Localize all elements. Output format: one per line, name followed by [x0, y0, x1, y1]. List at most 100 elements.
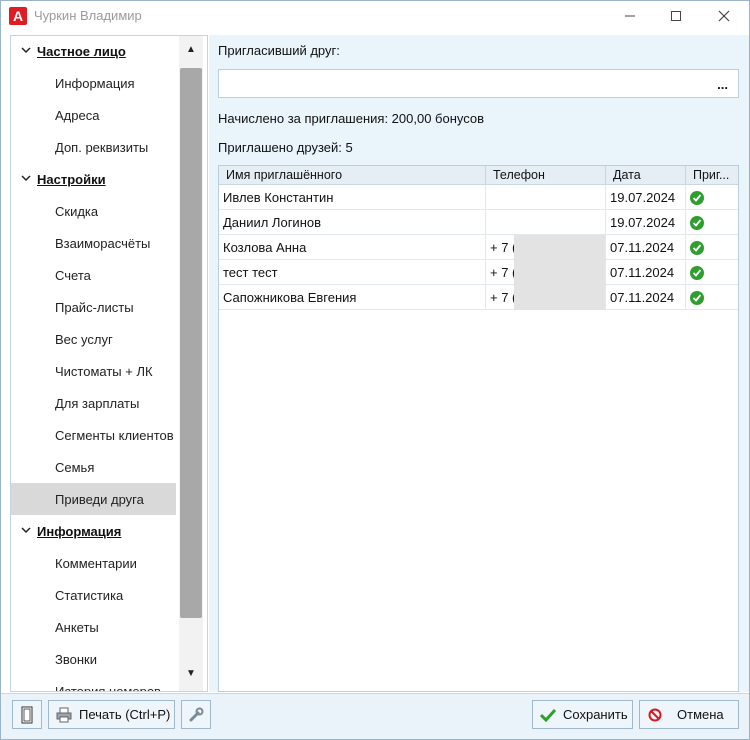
sidebar-item-16[interactable]: Комментарии: [11, 547, 176, 579]
sidebar-nav: Частное лицо Информация Адреса Доп. реквизи…: [10, 35, 208, 692]
phone-redaction: [514, 285, 605, 310]
minimize-icon: [625, 15, 635, 17]
cell-phone-text: + 7 (: [490, 290, 517, 305]
sidebar-item-12[interactable]: Сегменты клиентов: [11, 419, 176, 451]
scroll-up-arrow-icon[interactable]: ▲: [184, 44, 198, 56]
sidebar-item-19[interactable]: Звонки: [11, 643, 176, 675]
sidebar-item-6[interactable]: Взаиморасчёты: [11, 227, 176, 259]
sidebar-item-13[interactable]: Семья: [11, 451, 176, 483]
sidebar-item-14[interactable]: Приведи друга: [11, 483, 176, 515]
cell-phone: + 7 (: [486, 235, 606, 260]
cell-date: 07.11.2024: [606, 235, 686, 260]
green-check-icon: [690, 191, 704, 205]
cell-phone: [486, 210, 606, 235]
sidebar-item-18[interactable]: Анкеты: [11, 611, 176, 643]
table-row[interactable]: Ивлев Константин 19.07.2024: [219, 185, 738, 210]
document-button[interactable]: [12, 700, 42, 729]
sidebar-item-10[interactable]: Чистоматы + ЛК: [11, 355, 176, 387]
sidebar-item-9[interactable]: Вес услуг: [11, 323, 176, 355]
sidebar-item-1[interactable]: Информация: [11, 67, 176, 99]
sidebar-item-label: Вес услуг: [55, 331, 113, 347]
chevron-down-icon[interactable]: [20, 44, 32, 56]
sidebar-item-label: Настройки: [37, 171, 106, 187]
cell-name: Даниил Логинов: [219, 210, 486, 235]
table-row[interactable]: Сапожникова Евгения + 7 (07.11.2024: [219, 285, 738, 310]
cell-invited: [686, 210, 738, 235]
sidebar-section-0[interactable]: Частное лицо: [11, 36, 176, 67]
title-bar: A Чуркин Владимир: [1, 1, 749, 31]
save-button[interactable]: Сохранить: [532, 700, 633, 729]
sidebar-item-label: Анкеты: [55, 619, 99, 635]
maximize-button[interactable]: [651, 1, 701, 31]
invited-friends-table: Имя приглашённого Телефон Дата Приг... И…: [218, 165, 739, 692]
cell-invited: [686, 185, 738, 210]
cell-date: 19.07.2024: [606, 210, 686, 235]
table-row[interactable]: Козлова Анна + 7 ( 07.11.2024: [219, 235, 738, 260]
cell-invited: [686, 235, 738, 260]
referral-panel: Пригласивший друг: ... Начислено за приг…: [209, 35, 749, 692]
column-header-date[interactable]: Дата: [606, 166, 686, 185]
friends-count-text: Приглашено друзей: 5: [218, 140, 353, 155]
cancel-button[interactable]: Отмена: [639, 700, 739, 729]
column-header-phone[interactable]: Телефон: [486, 166, 606, 185]
sidebar-item-17[interactable]: Статистика: [11, 579, 176, 611]
sidebar-item-20[interactable]: История номеров: [11, 675, 176, 692]
phone-redaction: [514, 235, 605, 260]
sidebar-item-8[interactable]: Прайс-листы: [11, 291, 176, 323]
cell-name: Козлова Анна: [219, 235, 486, 260]
sidebar-item-label: Информация: [37, 523, 122, 539]
cell-phone: [486, 185, 606, 210]
table-header: Имя приглашённого Телефон Дата Приг...: [219, 166, 738, 185]
printer-icon: [56, 707, 72, 723]
browse-inviter-button[interactable]: ...: [717, 77, 728, 92]
document-icon: [21, 706, 33, 723]
sidebar-item-label: Прайс-листы: [55, 299, 134, 315]
cell-phone-text: + 7 (: [490, 240, 517, 255]
sidebar-item-label: Скидка: [55, 203, 99, 219]
maximize-icon: [671, 11, 681, 21]
sidebar-item-label: Информация: [55, 75, 135, 91]
column-header-name[interactable]: Имя приглашённого: [219, 166, 486, 185]
app-logo-icon: A: [9, 7, 27, 25]
client-card-window: A Чуркин Владимир Частное лицо Информация…: [0, 0, 750, 740]
sidebar-section-15[interactable]: Информация: [11, 515, 176, 547]
sidebar-item-3[interactable]: Доп. реквизиты: [11, 131, 176, 163]
sidebar-section-4[interactable]: Настройки: [11, 163, 176, 195]
sidebar-item-7[interactable]: Счета: [11, 259, 176, 291]
bonus-accrued-text: Начислено за приглашения: 200,00 бонусов: [218, 111, 485, 126]
cell-name: Сапожникова Евгения: [219, 285, 486, 310]
cell-name: тест тест: [219, 260, 486, 285]
window-title: Чуркин Владимир: [34, 8, 142, 23]
sidebar-item-label: Семья: [55, 459, 95, 475]
column-header-invited[interactable]: Приг...: [686, 166, 738, 185]
sidebar-item-2[interactable]: Адреса: [11, 99, 176, 131]
close-button[interactable]: [699, 1, 749, 31]
print-button-label: Печать (Ctrl+P): [79, 707, 171, 722]
cell-phone-text: + 7 (: [490, 265, 517, 280]
chevron-down-icon[interactable]: [20, 524, 32, 536]
inviter-field[interactable]: ...: [218, 69, 739, 98]
sidebar-item-11[interactable]: Для зарплаты: [11, 387, 176, 419]
sidebar-item-5[interactable]: Скидка: [11, 195, 176, 227]
inviter-label: Пригласивший друг:: [218, 43, 340, 58]
cell-invited: [686, 285, 738, 310]
sidebar-item-label: Доп. реквизиты: [55, 139, 149, 155]
sidebar-scroll-thumb[interactable]: [180, 68, 202, 618]
scroll-down-arrow-icon[interactable]: ▼: [184, 668, 198, 680]
sidebar-item-label: Для зарплаты: [55, 395, 140, 411]
save-button-label: Сохранить: [563, 707, 628, 722]
green-check-icon: [690, 266, 704, 280]
cell-phone: + 7 (: [486, 285, 606, 310]
print-button[interactable]: Печать (Ctrl+P): [48, 700, 175, 729]
settings-wrench-button[interactable]: [181, 700, 211, 729]
minimize-button[interactable]: [605, 1, 655, 31]
cell-date: 07.11.2024: [606, 260, 686, 285]
chevron-down-icon[interactable]: [20, 172, 32, 184]
table-row[interactable]: Даниил Логинов 19.07.2024: [219, 210, 738, 235]
cell-date: 19.07.2024: [606, 185, 686, 210]
sidebar-item-label: Адреса: [55, 107, 100, 123]
sidebar-item-label: История номеров: [55, 683, 161, 692]
wrench-icon: [189, 707, 204, 721]
table-row[interactable]: тест тест + 7 ( 07.11.2024: [219, 260, 738, 285]
checkmark-icon: [540, 707, 556, 723]
